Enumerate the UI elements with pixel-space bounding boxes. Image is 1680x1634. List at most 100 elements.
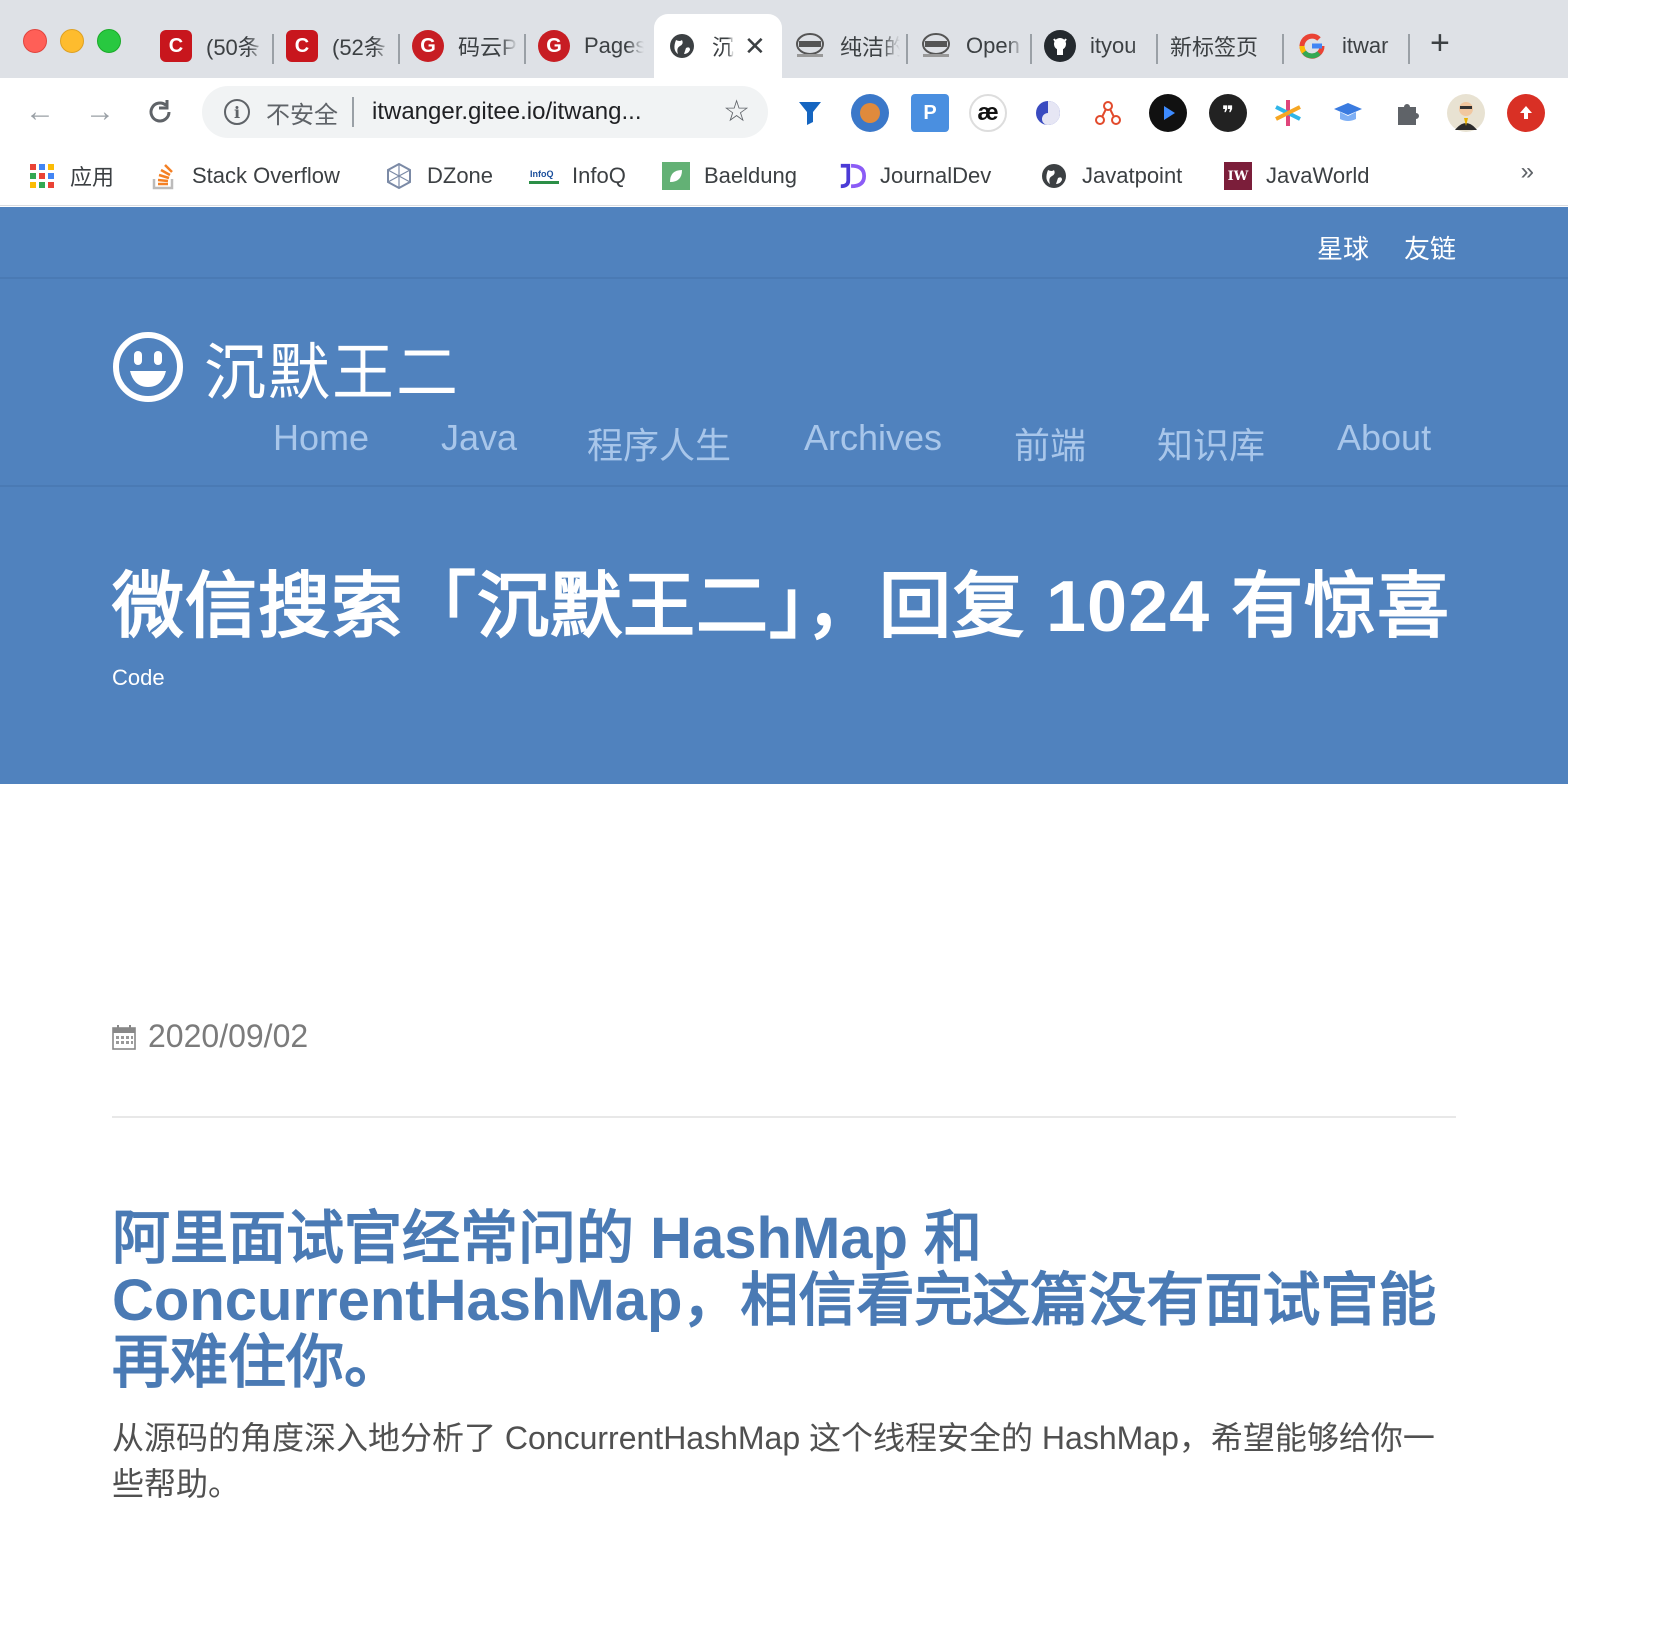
funnel-extension-icon[interactable] — [791, 94, 829, 132]
tab-label: Open — [966, 33, 1020, 58]
site-header: 星球 友链 沉默王二 Home Java 程序人生 Archives 前端 知识… — [0, 207, 1568, 784]
quote-extension-icon[interactable]: ❞ — [1209, 94, 1247, 132]
nav-java[interactable]: Java — [441, 417, 517, 459]
update-arrow-icon[interactable] — [1507, 94, 1545, 132]
stackoverflow-icon — [150, 162, 178, 190]
apps-grid-icon — [28, 162, 56, 190]
globe-icon — [1040, 162, 1068, 190]
close-tab-icon[interactable]: ✕ — [744, 31, 766, 62]
tab-label: Pages — [584, 33, 644, 58]
swirl-extension-icon[interactable] — [1029, 94, 1067, 132]
tab-strip: C (50条 C (52条 G 码云P G Pages 沉 ✕ 纯洁的 Open — [0, 0, 1568, 78]
tab-label: 新标签页 — [1170, 35, 1259, 60]
tab-label: 纯洁的 — [840, 35, 900, 60]
javaworld-icon: IW — [1224, 162, 1252, 190]
reload-button[interactable] — [140, 92, 180, 138]
globe-icon — [666, 30, 698, 62]
tab-label: (52条 — [332, 35, 386, 60]
bookmark-javaworld[interactable]: IW JavaWorld — [1224, 158, 1370, 194]
maximize-window-button[interactable] — [97, 29, 121, 53]
back-button[interactable]: ← — [20, 92, 60, 132]
network-extension-icon[interactable] — [1089, 94, 1127, 132]
nav-knowledge[interactable]: 知识库 — [1157, 417, 1265, 469]
baeldung-icon — [662, 162, 690, 190]
tab-active[interactable]: 沉 ✕ — [654, 14, 782, 78]
bookmark-javatpoint[interactable]: Javatpoint — [1040, 158, 1182, 194]
bookmark-label: JournalDev — [880, 163, 992, 188]
bookmark-stack-overflow[interactable]: Stack Overflow — [150, 158, 340, 194]
tab-github[interactable]: ityou — [1032, 14, 1158, 78]
journaldev-icon — [838, 162, 866, 190]
post-title-link[interactable]: 阿里面试官经常问的 HashMap 和 ConcurrentHashMap，相信… — [112, 1208, 1456, 1394]
tab-google[interactable]: itwar — [1284, 14, 1410, 78]
github-icon — [1044, 30, 1076, 62]
ae-extension-icon[interactable]: æ — [969, 94, 1007, 132]
site-brand[interactable]: 沉默王二 — [112, 322, 460, 412]
nav-archives[interactable]: Archives — [804, 417, 942, 459]
nav-home[interactable]: Home — [273, 417, 369, 459]
csdn-icon: C — [160, 30, 192, 62]
tab-label: 沉 — [712, 35, 734, 60]
ninja-icon — [794, 30, 826, 62]
asterisk-extension-icon[interactable] — [1269, 94, 1307, 132]
tab-csdn-2[interactable]: C (52条 — [274, 14, 400, 78]
browser-toolbar: ← → i 不安全 itwanger.gitee.io/itwang... ☆ … — [0, 78, 1568, 146]
nav-life[interactable]: 程序人生 — [587, 417, 731, 469]
tab-label: 码云P — [458, 35, 517, 60]
bookmark-baeldung[interactable]: Baeldung — [662, 158, 797, 194]
minimize-window-button[interactable] — [60, 29, 84, 53]
top-links-bar: 星球 友链 — [0, 207, 1568, 279]
bookmark-infoq[interactable]: InfoQ InfoQ — [529, 158, 626, 194]
smiley-logo-icon — [113, 332, 183, 402]
bookmark-star-icon[interactable]: ☆ — [723, 94, 750, 129]
bookmark-label: InfoQ — [572, 163, 626, 188]
security-label: 不安全 — [266, 101, 338, 129]
bookmarks-overflow-button[interactable]: » — [1521, 158, 1534, 186]
divider — [112, 1116, 1456, 1118]
bookmark-journaldev[interactable]: JournalDev — [838, 158, 991, 194]
bookmark-label: 应用 — [70, 165, 115, 190]
forward-button[interactable]: → — [80, 92, 120, 132]
profile-avatar[interactable] — [1447, 94, 1485, 132]
bookmark-label: Stack Overflow — [192, 163, 340, 188]
dzone-icon — [385, 162, 413, 190]
tab-gitee-1[interactable]: G 码云P — [400, 14, 526, 78]
google-icon — [1296, 30, 1328, 62]
site-title: 沉默王二 — [204, 339, 461, 408]
calendar-icon — [112, 1024, 136, 1050]
csdn-icon: C — [286, 30, 318, 62]
tab-label: (50条 — [206, 35, 260, 60]
new-tab-button[interactable]: + — [1430, 26, 1450, 60]
bookmark-dzone[interactable]: DZone — [385, 158, 493, 194]
puzzle-extensions-icon[interactable] — [1389, 94, 1427, 132]
nav-frontend[interactable]: 前端 — [1014, 417, 1086, 469]
infoq-icon: InfoQ — [529, 162, 559, 190]
tab-ninja-1[interactable]: 纯洁的 — [782, 14, 908, 78]
post-summary: 从源码的角度深入地分析了 ConcurrentHashMap 这个线程安全的 H… — [112, 1420, 1435, 1502]
post-date-text: 2020/09/02 — [148, 1018, 309, 1054]
hero-subtitle: Code — [112, 665, 165, 690]
svg-text:InfoQ: InfoQ — [530, 169, 554, 179]
bookmark-label: JavaWorld — [1266, 163, 1370, 188]
nav-about[interactable]: About — [1337, 417, 1431, 459]
bookmark-label: Javatpoint — [1082, 163, 1183, 188]
tab-new-tab[interactable]: 新标签页 — [1158, 14, 1284, 78]
graduation-extension-icon[interactable] — [1329, 94, 1367, 132]
bookmark-apps[interactable]: 应用 — [28, 158, 114, 194]
close-window-button[interactable] — [23, 29, 47, 53]
post-date: 2020/09/02 — [112, 1018, 308, 1055]
tab-ninja-2[interactable]: Open — [908, 14, 1032, 78]
bookmarks-bar: 应用 Stack Overflow DZone InfoQ InfoQ Bael… — [0, 146, 1568, 206]
top-link-planet[interactable]: 星球 — [1317, 229, 1369, 266]
tab-csdn-1[interactable]: C (50条 — [148, 14, 274, 78]
tab-label: itwar — [1342, 33, 1389, 58]
tab-gitee-2[interactable]: G Pages — [526, 14, 652, 78]
address-bar[interactable]: i 不安全 itwanger.gitee.io/itwang... ☆ — [202, 86, 768, 138]
top-link-friends[interactable]: 友链 — [1404, 229, 1456, 266]
play-extension-icon[interactable] — [1149, 94, 1187, 132]
pdf-new-extension-icon[interactable]: P — [911, 94, 949, 132]
avatar-extension-icon[interactable] — [851, 94, 889, 132]
url-text[interactable]: itwanger.gitee.io/itwang... — [372, 98, 642, 126]
info-icon[interactable]: i — [224, 99, 250, 125]
bookmark-label: Baeldung — [704, 163, 797, 188]
